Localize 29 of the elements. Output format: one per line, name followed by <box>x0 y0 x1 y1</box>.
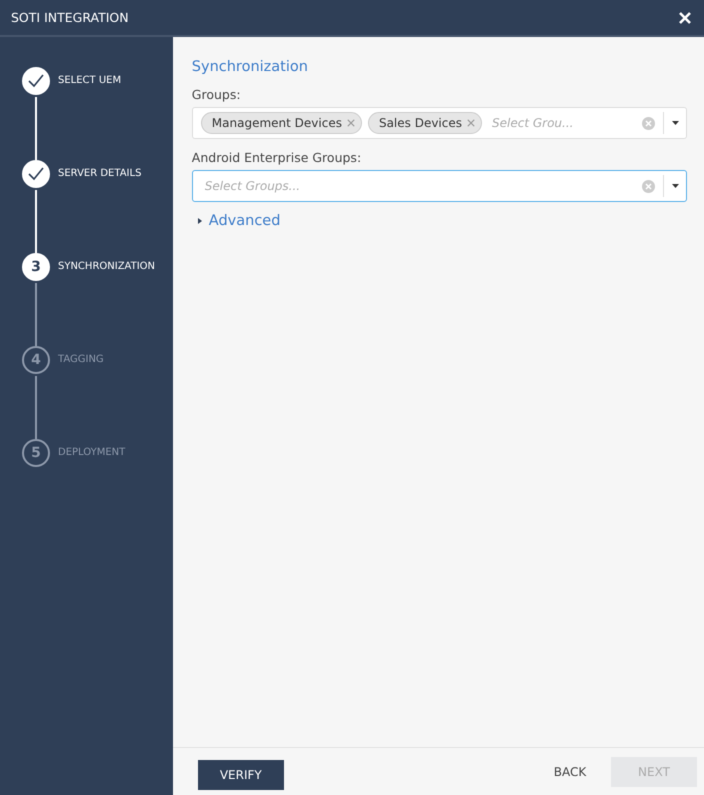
step-indicator: 4 <box>22 346 50 374</box>
group-tag: Sales Devices <box>368 112 482 134</box>
window-title: SOTI INTEGRATION <box>11 10 129 25</box>
remove-icon[interactable] <box>467 119 475 127</box>
close-button[interactable] <box>678 10 692 24</box>
field-label: Groups: <box>192 87 242 102</box>
remove-icon[interactable] <box>346 119 355 127</box>
step-label: TAGGING <box>58 353 104 367</box>
search-input[interactable]: Select Groups... <box>200 178 642 194</box>
group-tag: Management Devices <box>200 112 362 134</box>
section-title: Synchronization <box>192 59 309 75</box>
multiselect-field[interactable]: Select Groups... <box>192 170 687 202</box>
clear-icon[interactable] <box>642 180 655 192</box>
caret-icon <box>198 218 203 224</box>
multiselect-field[interactable]: Management Devices Sales Devices Select Grou... <box>192 107 687 139</box>
advanced-toggle[interactable]: Advanced <box>192 213 280 229</box>
step-label: SELECT UEM <box>58 74 122 88</box>
step-indicator: 5 <box>22 439 50 467</box>
step-indicator: 3 <box>22 253 50 281</box>
step-label: DEPLOYMENT <box>58 446 126 460</box>
check-icon <box>27 73 45 89</box>
step-label: SYNCHRONIZATION <box>58 260 156 274</box>
field-label: Android Enterprise Groups: <box>192 150 362 165</box>
step-label: SERVER DETAILS <box>58 167 142 181</box>
back-button[interactable]: BACK <box>536 756 604 786</box>
check-icon <box>27 166 45 182</box>
verify-button[interactable]: VERIFY <box>198 760 284 790</box>
clear-icon[interactable] <box>642 116 655 130</box>
search-input[interactable]: Select Grou... <box>488 115 642 131</box>
